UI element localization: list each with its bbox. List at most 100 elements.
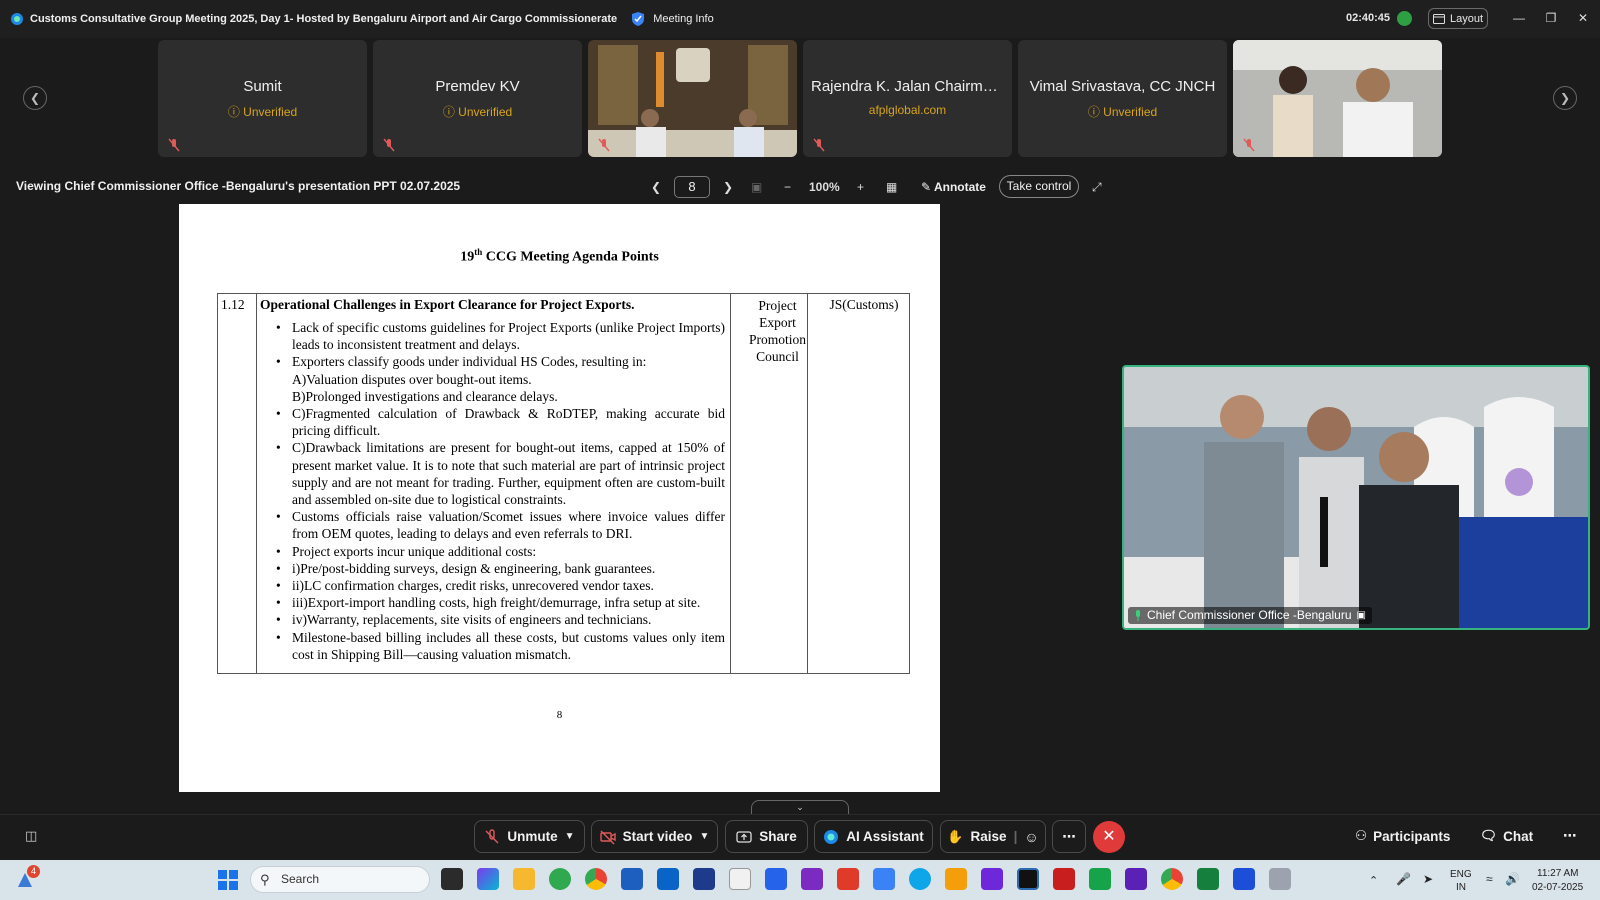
file-explorer-icon[interactable] bbox=[513, 868, 535, 890]
task-view-icon[interactable] bbox=[441, 868, 463, 890]
start-video-label: Start video bbox=[622, 829, 693, 844]
start-video-button[interactable]: Start video ▼ bbox=[591, 820, 718, 853]
calendar-icon[interactable] bbox=[873, 868, 895, 890]
outlook-icon[interactable] bbox=[657, 868, 679, 890]
zoom-out-icon[interactable]: − bbox=[784, 180, 791, 194]
close-icon[interactable]: ✕ bbox=[1576, 11, 1590, 25]
meeting-info-button[interactable]: Meeting Info bbox=[653, 13, 714, 25]
active-speaker-video[interactable]: Chief Commissioner Office -Bengaluru ▣ bbox=[1122, 365, 1590, 630]
excel-icon[interactable] bbox=[1197, 868, 1219, 890]
app-icon[interactable] bbox=[693, 868, 715, 890]
shield-icon[interactable] bbox=[631, 11, 645, 27]
show-hidden-icons[interactable]: ⌃ bbox=[1369, 874, 1378, 887]
word-icon[interactable] bbox=[1233, 868, 1255, 890]
mic-in-use-icon[interactable]: 🎤 bbox=[1396, 872, 1411, 886]
page-number-input[interactable]: 8 bbox=[674, 176, 710, 198]
taskbar-search-input[interactable]: Search bbox=[250, 866, 430, 893]
presentation-toolbar: Viewing Chief Commissioner Office -Benga… bbox=[0, 172, 1600, 202]
annotate-button[interactable]: ✎ Annotate bbox=[921, 180, 986, 194]
todo-icon[interactable] bbox=[765, 868, 787, 890]
leave-meeting-button[interactable]: ✕ bbox=[1093, 821, 1125, 853]
collapse-controls-button[interactable]: ⌄ bbox=[751, 800, 849, 814]
participant-video-tile[interactable] bbox=[588, 40, 797, 157]
speaker-video-feed bbox=[1124, 367, 1588, 628]
fullscreen-icon[interactable]: ⤢ bbox=[1092, 180, 1102, 195]
teams-icon[interactable] bbox=[981, 868, 1003, 890]
participant-tile[interactable]: Rajendra K. Jalan Chairman... afplglobal… bbox=[803, 40, 1012, 157]
slide-title: 19th CCG Meeting Agenda Points bbox=[460, 247, 659, 265]
location-icon[interactable]: ➤ bbox=[1423, 872, 1433, 886]
reactions-icon[interactable]: ☺ bbox=[1024, 829, 1038, 845]
agenda-bullet: Lack of specific customs guidelines for … bbox=[260, 319, 725, 353]
ai-assistant-label: AI Assistant bbox=[846, 829, 924, 844]
onenote-icon[interactable] bbox=[801, 868, 823, 890]
more-icon[interactable]: ⋯ bbox=[1563, 828, 1577, 844]
video-off-icon bbox=[599, 830, 616, 844]
restore-icon[interactable]: ❐ bbox=[1544, 11, 1558, 25]
zoom-in-icon[interactable]: + bbox=[857, 180, 864, 194]
participant-tile[interactable]: Sumit ⓘ Unverified bbox=[158, 40, 367, 157]
chrome-profile-icon[interactable] bbox=[1161, 868, 1183, 890]
chrome-icon[interactable] bbox=[585, 868, 607, 890]
next-page-icon[interactable]: ❯ bbox=[723, 180, 733, 194]
share-button[interactable]: Share bbox=[725, 820, 808, 853]
store-icon[interactable] bbox=[621, 868, 643, 890]
search-icon: ⚲ bbox=[260, 872, 270, 887]
participant-status: ⓘ Unverified bbox=[227, 105, 298, 119]
speaker-label: Chief Commissioner Office -Bengaluru ▣ bbox=[1128, 607, 1372, 624]
edge-icon[interactable] bbox=[549, 868, 571, 890]
table-col-number bbox=[218, 294, 257, 673]
chevron-down-icon[interactable]: ▼ bbox=[565, 831, 575, 842]
edge-beta-icon[interactable] bbox=[909, 868, 931, 890]
taskbar-date: 02-07-2025 bbox=[1532, 882, 1584, 893]
anydesk-icon[interactable] bbox=[837, 868, 859, 890]
raise-hand-button[interactable]: ✋ Raise | ☺ bbox=[940, 820, 1046, 853]
participant-video-feed bbox=[1233, 40, 1442, 157]
thumbnails-icon[interactable]: ▦ bbox=[886, 180, 897, 194]
taskbar-time[interactable]: 11:27 AM bbox=[1537, 868, 1579, 879]
layout-button[interactable]: Layout bbox=[1428, 8, 1488, 29]
participant-video-tile[interactable] bbox=[1233, 40, 1442, 157]
wifi-icon[interactable]: ≈ bbox=[1486, 872, 1493, 886]
language-indicator[interactable]: ENG bbox=[1450, 869, 1472, 880]
captions-icon[interactable]: ◫ bbox=[25, 828, 37, 844]
chevron-down-icon[interactable]: ▼ bbox=[699, 831, 709, 842]
widgets-icon[interactable]: 4 bbox=[14, 865, 40, 891]
xbox-icon[interactable] bbox=[1089, 868, 1111, 890]
chat-label: Chat bbox=[1503, 828, 1534, 844]
snipping-tool-icon[interactable] bbox=[1269, 868, 1291, 890]
shared-slide: 19th CCG Meeting Agenda Points 1.12 Oper… bbox=[179, 204, 940, 792]
next-participants-button[interactable]: ❯ bbox=[1553, 86, 1577, 110]
agenda-bullet: A)Valuation disputes over bought-out ite… bbox=[292, 371, 532, 387]
more-icon: ⋯ bbox=[1062, 828, 1076, 844]
speaker-name: Chief Commissioner Office -Bengaluru bbox=[1147, 608, 1352, 622]
agenda-bullet: iv)Warranty, replacements, site visits o… bbox=[260, 611, 725, 628]
take-control-button[interactable]: Take control bbox=[999, 175, 1079, 198]
webex-logo-icon bbox=[11, 13, 23, 25]
copilot-icon[interactable] bbox=[477, 868, 499, 890]
participant-tile[interactable]: Premdev KV ⓘ Unverified bbox=[373, 40, 582, 157]
unmute-button[interactable]: Unmute ▼ bbox=[474, 820, 585, 853]
chat-button[interactable]: 🗨 Chat bbox=[1480, 828, 1533, 844]
mic-muted-icon bbox=[813, 138, 825, 152]
prev-participants-button[interactable]: ❮ bbox=[23, 86, 47, 110]
volume-icon[interactable]: 🔊 bbox=[1505, 872, 1520, 886]
mcafee-icon[interactable] bbox=[1053, 868, 1075, 890]
windows-start-icon[interactable] bbox=[218, 870, 238, 890]
participant-tile[interactable]: Vimal Srivastava, CC JNCH ⓘ Unverified bbox=[1018, 40, 1227, 157]
fit-page-icon[interactable]: ▣ bbox=[751, 180, 762, 194]
participants-button[interactable]: ⚇ Participants bbox=[1355, 828, 1450, 844]
layout-icon bbox=[1432, 13, 1445, 24]
notepad-icon[interactable] bbox=[729, 868, 751, 890]
prev-page-icon[interactable]: ❮ bbox=[651, 180, 661, 194]
ai-assistant-button[interactable]: AI Assistant bbox=[814, 820, 933, 853]
webex-taskbar-icon[interactable] bbox=[1017, 868, 1039, 890]
teams-work-icon[interactable] bbox=[1125, 868, 1147, 890]
zoom-level: 100% bbox=[809, 180, 840, 194]
minimize-icon[interactable]: — bbox=[1512, 11, 1526, 25]
participant-name: Premdev KV bbox=[435, 78, 520, 95]
proposer-cell: Project Export Promotion Council bbox=[748, 298, 806, 364]
connection-status-icon[interactable] bbox=[1397, 11, 1412, 26]
app-icon[interactable] bbox=[945, 868, 967, 890]
more-options-button[interactable]: ⋯ bbox=[1052, 820, 1086, 853]
